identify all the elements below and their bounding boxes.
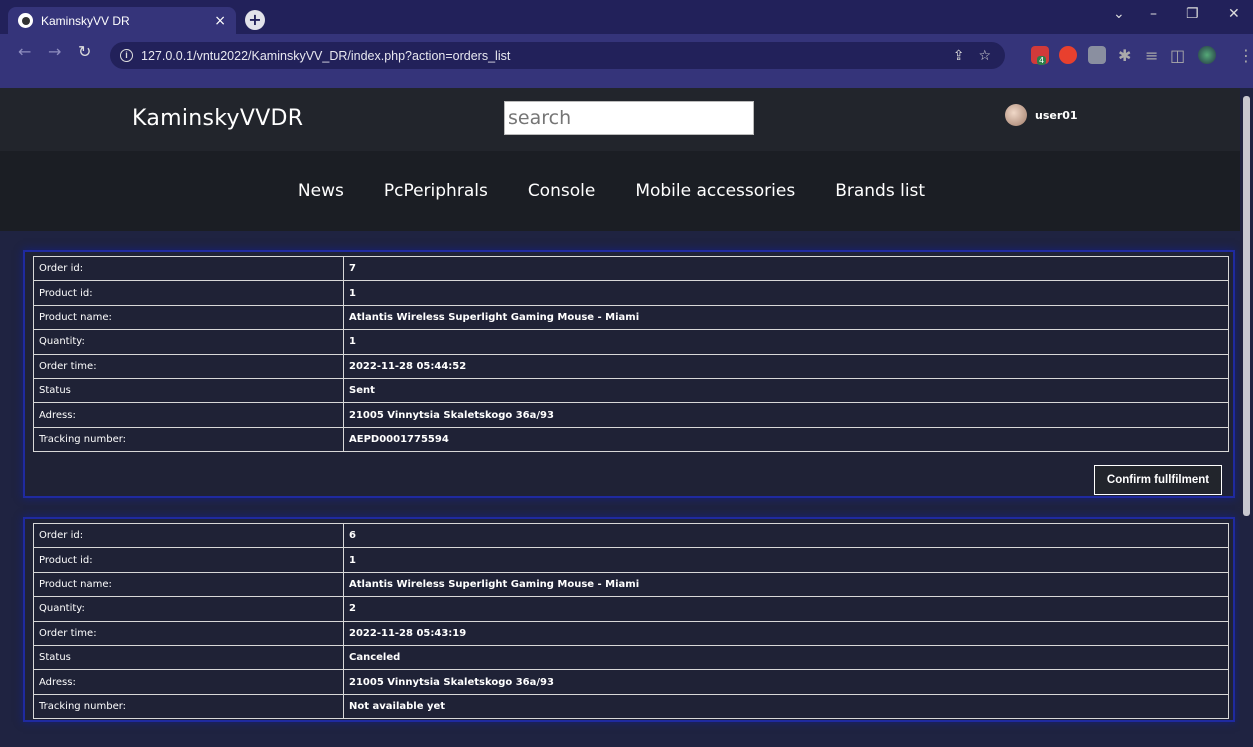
tab-title: KaminskyVV DR — [41, 13, 130, 28]
row-label: Order time: — [33, 353, 344, 379]
table-row: Order time: 2022-11-28 05:44:52 — [33, 353, 1229, 379]
order-card: Order id: 7 Product id: 1 Product name: Atl… — [23, 250, 1235, 498]
bookmark-star-icon[interactable]: ☆ — [978, 48, 991, 64]
confirm-fulfilment-button[interactable]: Confirm fullfilment — [1094, 465, 1222, 495]
browser-menu-icon[interactable]: ⋮ — [1238, 46, 1253, 65]
row-label: Adress: — [33, 402, 344, 428]
nav-mobile-accessories[interactable]: Mobile accessories — [635, 181, 795, 201]
tab-close-icon[interactable]: × — [214, 13, 226, 29]
row-label: Status — [33, 377, 344, 404]
row-value: Canceled — [343, 644, 1229, 671]
page-scrollbar[interactable] — [1240, 88, 1253, 747]
order-card: Order id: 6 Product id: 1 Product name: Atl… — [23, 517, 1235, 722]
order-table: Order id: 6 Product id: 1 Product name: Atl… — [33, 522, 1229, 720]
row-value: 2022-11-28 05:44:52 — [343, 353, 1229, 379]
browser-tabstrip: KaminskyVV DR × + ⌄ – ❐ ✕ — [0, 0, 1253, 34]
order-table: Order id: 7 Product id: 1 Product name: Atl… — [33, 255, 1229, 453]
table-row: Product name: Atlantis Wireless Superligh… — [33, 571, 1229, 598]
nav-news[interactable]: News — [298, 181, 344, 201]
row-label: Order id: — [33, 255, 344, 282]
table-row: Order id: 7 — [33, 255, 1229, 282]
table-row: Product name: Atlantis Wireless Superligh… — [33, 304, 1229, 331]
browser-toolbar: ← → ↻ i 127.0.0.1/vntu2022/KaminskyVV_DR… — [0, 34, 1253, 88]
row-label: Product name: — [33, 304, 344, 331]
row-value: AEPD0001775594 — [343, 426, 1229, 453]
nav-console[interactable]: Console — [528, 181, 596, 201]
row-value: 1 — [343, 280, 1229, 306]
avatar[interactable] — [1005, 104, 1027, 126]
share-icon[interactable]: ⇪ — [953, 48, 965, 64]
row-value: Atlantis Wireless Superlight Gaming Mous… — [343, 304, 1229, 331]
row-value: 7 — [343, 255, 1229, 282]
scrollbar-thumb[interactable] — [1243, 96, 1250, 516]
row-value: 21005 Vinnytsia Skaletskogo 36a/93 — [343, 402, 1229, 428]
table-row: Status Sent — [33, 377, 1229, 404]
table-row: Status Canceled — [33, 644, 1229, 671]
table-row: Adress: 21005 Vinnytsia Skaletskogo 36a/9… — [33, 402, 1229, 428]
row-label: Status — [33, 644, 344, 671]
forward-arrow-icon[interactable]: → — [48, 42, 61, 61]
row-value: Not available yet — [343, 693, 1229, 720]
nav-pcperipherals[interactable]: PcPeriphrals — [384, 181, 488, 201]
row-value: 2 — [343, 596, 1229, 622]
row-label: Product name: — [33, 571, 344, 598]
extension-icon[interactable] — [1088, 46, 1106, 64]
row-value: 6 — [343, 522, 1229, 549]
restore-icon[interactable]: ❐ — [1186, 6, 1199, 22]
search-input[interactable] — [504, 101, 754, 135]
table-row: Tracking number: Not available yet — [33, 693, 1229, 720]
window-close-icon[interactable]: ✕ — [1228, 6, 1240, 22]
reload-icon[interactable]: ↻ — [78, 42, 91, 61]
row-value: Sent — [343, 377, 1229, 404]
minimize-icon[interactable]: – — [1150, 6, 1157, 22]
extension-badge-count: 4 — [1037, 56, 1047, 65]
row-label: Quantity: — [33, 329, 344, 355]
row-label: Order time: — [33, 620, 344, 646]
nav-brands-list[interactable]: Brands list — [835, 181, 925, 201]
row-label: Tracking number: — [33, 693, 344, 720]
address-bar[interactable]: i 127.0.0.1/vntu2022/KaminskyVV_DR/index… — [110, 42, 1005, 69]
extension-badge-icon[interactable]: 4 — [1031, 46, 1049, 65]
new-tab-button[interactable]: + — [245, 10, 265, 30]
table-row: Order id: 6 — [33, 522, 1229, 549]
extensions-puzzle-icon[interactable]: ✱ — [1118, 46, 1131, 65]
browser-tab[interactable]: KaminskyVV DR × — [8, 7, 236, 34]
extension-icon[interactable] — [1059, 46, 1077, 64]
profile-avatar-icon[interactable] — [1198, 46, 1216, 64]
row-label: Order id: — [33, 522, 344, 549]
table-row: Adress: 21005 Vinnytsia Skaletskogo 36a/9… — [33, 669, 1229, 695]
row-value: 2022-11-28 05:43:19 — [343, 620, 1229, 646]
row-label: Adress: — [33, 669, 344, 695]
back-arrow-icon[interactable]: ← — [18, 42, 31, 61]
username[interactable]: user01 — [1035, 109, 1078, 122]
user-menu[interactable]: user01 — [1005, 104, 1078, 126]
row-value: 1 — [343, 329, 1229, 355]
row-label: Product id: — [33, 547, 344, 573]
table-row: Tracking number: AEPD0001775594 — [33, 426, 1229, 453]
row-label: Quantity: — [33, 596, 344, 622]
main-nav: News PcPeriphrals Console Mobile accesso… — [0, 151, 1253, 231]
site-logo[interactable]: KaminskyVVDR — [132, 106, 303, 131]
side-panel-icon[interactable]: ◫ — [1170, 46, 1185, 65]
row-value: Atlantis Wireless Superlight Gaming Mous… — [343, 571, 1229, 598]
row-label: Product id: — [33, 280, 344, 306]
row-label: Tracking number: — [33, 426, 344, 453]
tab-search-chevron-icon[interactable]: ⌄ — [1113, 6, 1125, 22]
row-value: 1 — [343, 547, 1229, 573]
site-header: KaminskyVVDR user01 — [0, 88, 1253, 151]
site-favicon-icon — [18, 13, 33, 28]
url-text[interactable]: 127.0.0.1/vntu2022/KaminskyVV_DR/index.p… — [141, 49, 953, 63]
table-row: Product id: 1 — [33, 280, 1229, 306]
table-row: Order time: 2022-11-28 05:43:19 — [33, 620, 1229, 646]
reading-list-icon[interactable]: ≡ — [1145, 46, 1158, 65]
table-row: Quantity: 1 — [33, 329, 1229, 355]
row-value: 21005 Vinnytsia Skaletskogo 36a/93 — [343, 669, 1229, 695]
table-row: Product id: 1 — [33, 547, 1229, 573]
site-info-icon[interactable]: i — [120, 49, 133, 62]
table-row: Quantity: 2 — [33, 596, 1229, 622]
